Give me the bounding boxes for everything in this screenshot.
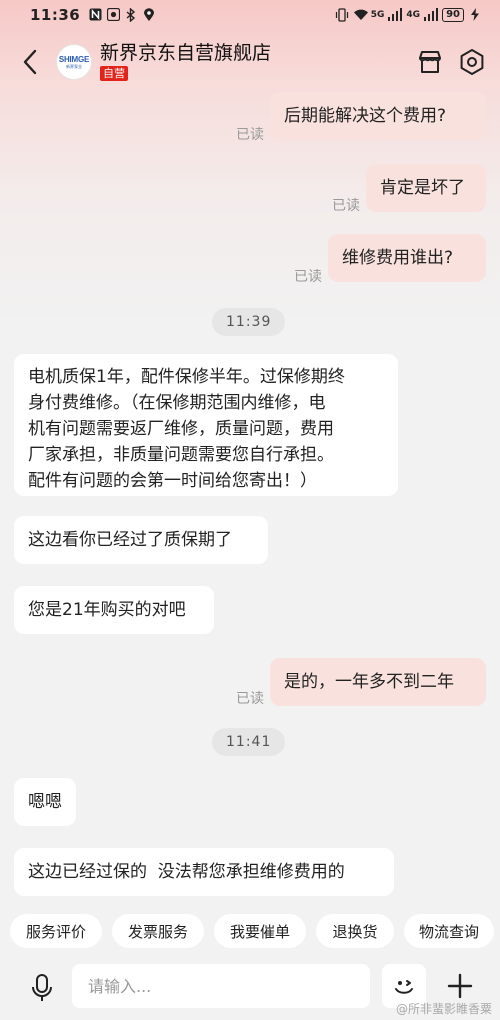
read-status: 已读 — [236, 691, 264, 707]
location-icon — [142, 8, 156, 22]
message-line: 机有问题需要返厂维修，质量问题，费用 — [28, 419, 334, 439]
settings-button[interactable] — [458, 48, 486, 76]
logo-text: SHIMGE — [58, 54, 90, 64]
store-icon — [419, 51, 441, 73]
their-message-bubble[interactable]: 您是21年购买的对吧 — [14, 586, 214, 634]
message-line: 厂家承担，非质量问题需要您自行承担。 — [28, 445, 334, 465]
microphone-icon — [32, 974, 52, 1001]
bluetooth-icon — [124, 7, 138, 23]
message-line: 配件有问题的会第一时间给您寄出！） — [28, 471, 317, 491]
quick-action-return[interactable]: 退换货 — [316, 914, 394, 948]
logo-subtext: 新界泵业 — [66, 63, 82, 69]
signal-icon-2 — [424, 8, 439, 22]
message-input[interactable] — [72, 964, 370, 1008]
battery-icon: 90 — [442, 8, 464, 22]
quick-action-service-rating[interactable]: 服务评价 — [10, 914, 102, 948]
store-button[interactable] — [416, 48, 444, 76]
quick-action-bar: 服务评价 发票服务 我要催单 退换货 物流查询 — [0, 912, 500, 952]
network-4g-label: 4G — [406, 10, 421, 20]
shop-avatar[interactable]: SHIMGE 新界泵业 — [56, 44, 92, 80]
quick-action-logistics[interactable]: 物流查询 — [404, 914, 494, 948]
self-operated-badge: 自营 — [100, 66, 128, 81]
message-line: 身付费维修。（在保修期范围内维修，电 — [28, 393, 326, 413]
charging-icon — [468, 8, 482, 22]
vibrate-icon — [335, 8, 349, 22]
no-disturb-icon — [106, 7, 120, 22]
read-status: 已读 — [294, 269, 322, 285]
their-message-bubble[interactable]: 嗯嗯 — [14, 778, 76, 826]
settings-hexagon-icon — [460, 49, 484, 75]
chat-message-list[interactable]: 已读 后期能解决这个费用? 已读 肯定是坏了 已读 维修费用谁出? 11:39 … — [0, 92, 500, 896]
emoji-icon — [395, 980, 413, 994]
signal-icon-1 — [388, 8, 403, 22]
my-message-bubble[interactable]: 是的，一年多不到二年 — [270, 658, 486, 706]
message-line: 电机质保1年，配件保修半年。过保修期终 — [28, 367, 345, 387]
back-button[interactable] — [16, 46, 44, 78]
their-message-bubble[interactable]: 这边看你已经过了质保期了 — [14, 516, 268, 564]
timestamp-chip: 11:39 — [212, 308, 286, 336]
nfc-icon — [88, 8, 102, 22]
timestamp-chip: 11:41 — [212, 728, 286, 756]
my-message-bubble[interactable]: 肯定是坏了 — [366, 164, 486, 212]
watermark: @所非蜚影睢香粟 — [395, 1002, 492, 1016]
plus-icon — [447, 973, 473, 999]
voice-button[interactable] — [22, 968, 62, 1008]
quick-action-invoice[interactable]: 发票服务 — [112, 914, 204, 948]
read-status: 已读 — [236, 127, 264, 143]
shop-name[interactable]: 新界京东自营旗舰店 — [100, 38, 271, 65]
my-message-bubble[interactable]: 后期能解决这个费用? — [270, 92, 486, 140]
back-arrow-icon — [23, 49, 37, 75]
chat-header: SHIMGE 新界泵业 新界京东自营旗舰店 自营 — [0, 32, 500, 92]
status-time: 11:36 — [30, 6, 81, 24]
status-bar: 11:36 5G 4G 90 — [0, 0, 500, 30]
my-message-bubble[interactable]: 维修费用谁出? — [328, 234, 486, 282]
quick-action-urge-order[interactable]: 我要催单 — [214, 914, 306, 948]
wifi-icon — [353, 8, 368, 22]
network-5g-label: 5G — [370, 10, 385, 20]
read-status: 已读 — [332, 198, 360, 214]
their-message-bubble[interactable]: 这边已经过保的 没法帮您承担维修费用的 — [14, 848, 394, 896]
their-message-bubble[interactable]: 电机质保1年，配件保修半年。过保修期终 身付费维修。（在保修期范围内维修，电 机… — [14, 354, 398, 496]
